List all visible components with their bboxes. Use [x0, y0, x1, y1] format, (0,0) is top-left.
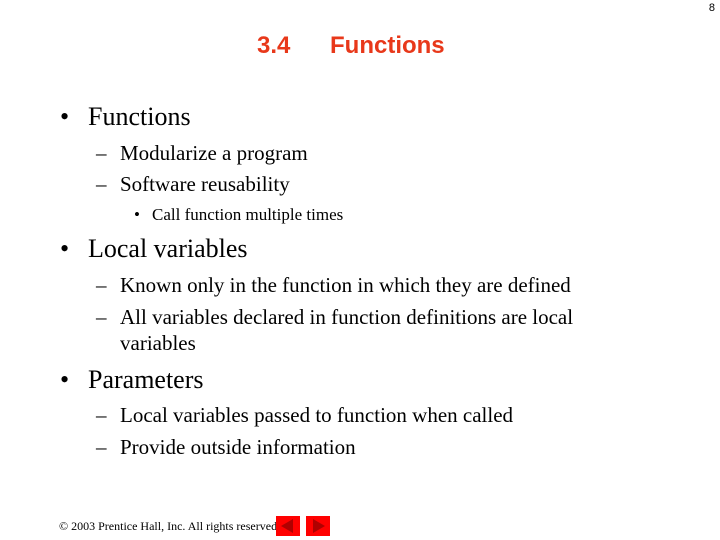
subitem-text: Local variables passed to function when … — [120, 403, 514, 427]
next-slide-button[interactable] — [306, 516, 330, 536]
subitem-continuation: variables — [120, 331, 196, 355]
copyright-footer: © 2003 Prentice Hall, Inc. All rights re… — [59, 519, 281, 533]
dash-glyph: – — [96, 403, 107, 427]
bullet-glyph: • — [60, 234, 70, 263]
dash-glyph: – — [96, 305, 107, 329]
dash-glyph: – — [96, 273, 107, 297]
bullet-text: Functions — [88, 102, 191, 131]
subitem-text: All variables declared in function defin… — [120, 305, 574, 329]
subitem-text: Known only in the function in which they… — [120, 273, 571, 297]
page-number: 8 — [708, 2, 715, 14]
subitem-text: Provide outside information — [120, 435, 356, 459]
subitem-text: Modularize a program — [120, 141, 308, 165]
bullet-text: Parameters — [88, 365, 204, 394]
subitem-text: Software reusability — [120, 172, 290, 196]
bullet-text: Local variables — [88, 234, 248, 263]
dash-glyph: – — [96, 141, 107, 165]
previous-slide-button[interactable] — [276, 516, 300, 536]
dash-glyph: – — [96, 435, 107, 459]
title-text: Functions — [330, 32, 445, 59]
dash-glyph: – — [96, 172, 107, 196]
bullet-glyph: • — [60, 102, 70, 131]
section-number: 3.4 — [257, 32, 291, 59]
arrow-left-icon — [281, 519, 293, 533]
subsubitem-text: Call function multiple times — [152, 205, 344, 224]
bullet-glyph: • — [134, 205, 140, 224]
bullet-glyph: • — [60, 365, 70, 394]
arrow-right-icon — [313, 519, 325, 533]
